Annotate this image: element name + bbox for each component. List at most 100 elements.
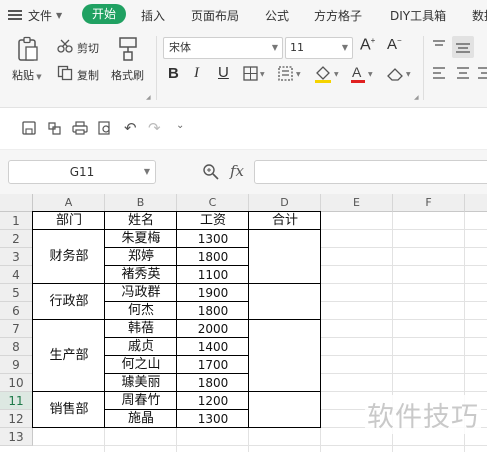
row-header-9[interactable]: 9 xyxy=(0,356,33,374)
font-launcher-icon[interactable]: ◢ xyxy=(414,94,419,101)
row-header-4[interactable]: 4 xyxy=(0,266,33,284)
column-header-a[interactable]: A xyxy=(33,194,105,212)
increase-font-size-icon[interactable]: A+ xyxy=(360,36,375,54)
salary-cell[interactable]: 1300 xyxy=(177,230,249,248)
borders-icon[interactable]: ▼ xyxy=(243,66,267,82)
salary-cell[interactable]: 1300 xyxy=(177,410,249,428)
row-header-13[interactable]: 13 xyxy=(0,428,33,446)
row-header-1[interactable]: 1 xyxy=(0,212,33,230)
salary-cell[interactable]: 1100 xyxy=(177,266,249,284)
header-cell[interactable]: 工资 xyxy=(177,212,249,230)
export-pdf-icon[interactable] xyxy=(47,121,63,135)
tab-diy-toolbox[interactable]: DIY工具箱 xyxy=(390,7,446,24)
name-cell[interactable]: 周春竹 xyxy=(105,392,177,410)
copy-icon[interactable] xyxy=(57,65,73,81)
name-cell[interactable]: 褚秀英 xyxy=(105,266,177,284)
salary-cell[interactable]: 1400 xyxy=(177,338,249,356)
align-center-icon[interactable] xyxy=(456,66,470,80)
file-menu-button[interactable]: 文件 ▼ xyxy=(8,6,62,24)
align-right-icon[interactable] xyxy=(478,66,487,80)
paste-label: 粘贴 xyxy=(12,69,34,82)
name-cell[interactable]: 郑婷 xyxy=(105,248,177,266)
underline-icon[interactable]: U xyxy=(218,64,229,81)
redo-icon[interactable]: ↷ xyxy=(148,119,161,137)
name-cell[interactable]: 冯政群 xyxy=(105,284,177,302)
select-all-corner[interactable] xyxy=(0,194,33,212)
fill-pattern-icon[interactable]: ▼ xyxy=(278,66,304,82)
paste-button[interactable]: 粘贴 ▼ xyxy=(12,67,42,83)
scissors-icon[interactable] xyxy=(57,39,73,53)
copy-button[interactable]: 复制 xyxy=(77,67,99,83)
salary-cell[interactable]: 1700 xyxy=(177,356,249,374)
undo-icon[interactable]: ↶ xyxy=(124,119,137,137)
header-cell[interactable]: 部门 xyxy=(33,212,105,230)
insert-function-button[interactable]: fx xyxy=(230,162,244,180)
print-preview-icon[interactable] xyxy=(98,121,112,135)
row-header-7[interactable]: 7 xyxy=(0,320,33,338)
department-cell[interactable]: 生产部 xyxy=(33,320,105,392)
salary-cell[interactable]: 1800 xyxy=(177,248,249,266)
row-header-8[interactable]: 8 xyxy=(0,338,33,356)
header-cell[interactable]: 姓名 xyxy=(105,212,177,230)
header-cell[interactable]: 合计 xyxy=(249,212,321,230)
name-cell[interactable]: 何杰 xyxy=(105,302,177,320)
name-cell[interactable]: 璩美丽 xyxy=(105,374,177,392)
clipboard-launcher-icon[interactable]: ◢ xyxy=(146,94,151,101)
font-color-icon[interactable]: A ▼ xyxy=(349,64,377,84)
tab-formulas[interactable]: 公式 xyxy=(265,7,289,24)
row-header-10[interactable]: 10 xyxy=(0,374,33,392)
bold-icon[interactable]: B xyxy=(168,65,179,82)
department-cell[interactable]: 销售部 xyxy=(33,392,105,428)
salary-cell[interactable]: 1800 xyxy=(177,374,249,392)
column-header-b[interactable]: B xyxy=(105,194,177,212)
paste-icon[interactable] xyxy=(16,36,40,62)
salary-cell[interactable]: 2000 xyxy=(177,320,249,338)
tab-fangfang-gezi[interactable]: 方方格子 xyxy=(314,7,362,24)
department-cell[interactable]: 财务部 xyxy=(33,230,105,284)
format-painter-icon[interactable] xyxy=(117,36,139,62)
name-box[interactable]: G11 ▼ xyxy=(8,160,156,184)
fill-color-icon[interactable]: ▼ xyxy=(313,64,343,84)
column-header-c[interactable]: C xyxy=(177,194,249,212)
italic-icon[interactable]: I xyxy=(194,65,199,82)
decrease-font-size-icon[interactable]: A− xyxy=(387,36,402,53)
column-header-f[interactable]: F xyxy=(393,194,465,212)
font-name-select[interactable]: 宋体 ▼ xyxy=(163,37,283,59)
row-header-3[interactable]: 3 xyxy=(0,248,33,266)
align-top-icon[interactable] xyxy=(432,39,446,53)
customize-toolbar-icon[interactable]: ⌄ xyxy=(176,120,184,131)
tab-data[interactable]: 数据 xyxy=(472,7,487,24)
salary-cell[interactable]: 1800 xyxy=(177,302,249,320)
save-icon[interactable] xyxy=(22,121,36,135)
column-header-d[interactable]: D xyxy=(249,194,321,212)
font-size-select[interactable]: 11 ▼ xyxy=(285,37,353,59)
format-painter-button[interactable]: 格式刷 xyxy=(111,67,144,83)
salary-cell[interactable]: 1200 xyxy=(177,392,249,410)
column-header-g[interactable] xyxy=(465,194,487,212)
align-left-icon[interactable] xyxy=(432,66,446,80)
print-icon[interactable] xyxy=(72,121,88,135)
tab-page-layout[interactable]: 页面布局 xyxy=(191,7,239,24)
name-cell[interactable]: 朱夏梅 xyxy=(105,230,177,248)
formula-input[interactable] xyxy=(254,160,487,184)
salary-cell[interactable]: 1900 xyxy=(177,284,249,302)
column-header-e[interactable]: E xyxy=(321,194,393,212)
name-cell[interactable]: 何之山 xyxy=(105,356,177,374)
tab-insert[interactable]: 插入 xyxy=(141,7,165,24)
name-cell[interactable]: 施晶 xyxy=(105,410,177,428)
svg-text:▼: ▼ xyxy=(406,71,411,78)
row-header-11[interactable]: 11 xyxy=(0,392,33,410)
tab-home[interactable]: 开始 xyxy=(82,4,126,24)
department-cell[interactable]: 行政部 xyxy=(33,284,105,320)
align-middle-button[interactable] xyxy=(452,36,474,58)
cut-button[interactable]: 剪切 xyxy=(77,40,99,56)
row-header-12[interactable]: 12 xyxy=(0,410,33,428)
row-header-2[interactable]: 2 xyxy=(0,230,33,248)
zoom-icon[interactable] xyxy=(202,163,220,181)
name-cell[interactable]: 韩蓓 xyxy=(105,320,177,338)
row-header-5[interactable]: 5 xyxy=(0,284,33,302)
name-cell[interactable]: 戚贞 xyxy=(105,338,177,356)
eraser-icon[interactable]: ▼ xyxy=(386,66,416,82)
row-header-6[interactable]: 6 xyxy=(0,302,33,320)
svg-text:▼: ▼ xyxy=(368,71,373,78)
